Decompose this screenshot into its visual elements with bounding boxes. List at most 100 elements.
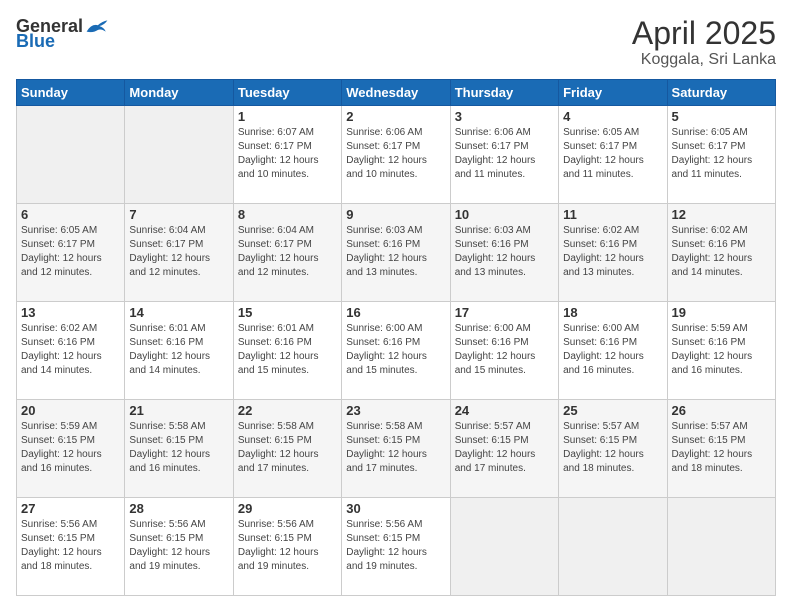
daylight-text: Daylight: 12 hours <box>672 253 753 264</box>
day-info: Sunrise: 6:07 AMSunset: 6:17 PMDaylight:… <box>238 126 337 182</box>
daylight-text-2: and 18 minutes. <box>21 561 92 572</box>
day-number: 21 <box>129 403 228 418</box>
day-number: 14 <box>129 305 228 320</box>
header: General Blue April 2025 Koggala, Sri Lan… <box>16 16 776 69</box>
sunset-text: Sunset: 6:17 PM <box>346 141 420 152</box>
daylight-text: Daylight: 12 hours <box>346 547 427 558</box>
day-info: Sunrise: 5:57 AMSunset: 6:15 PMDaylight:… <box>455 420 554 476</box>
daylight-text-2: and 17 minutes. <box>455 463 526 474</box>
sunset-text: Sunset: 6:16 PM <box>563 239 637 250</box>
sunrise-text: Sunrise: 6:03 AM <box>455 225 531 236</box>
sunrise-text: Sunrise: 5:58 AM <box>346 421 422 432</box>
table-row <box>17 106 125 204</box>
day-info: Sunrise: 5:58 AMSunset: 6:15 PMDaylight:… <box>346 420 445 476</box>
table-row: 25Sunrise: 5:57 AMSunset: 6:15 PMDayligh… <box>559 400 667 498</box>
day-number: 3 <box>455 109 554 124</box>
col-tuesday: Tuesday <box>233 80 341 106</box>
day-info: Sunrise: 6:00 AM Sunset: 6:16 PM Daylight:… <box>563 322 662 378</box>
day-number: 30 <box>346 501 445 516</box>
calendar-week-row: 6Sunrise: 6:05 AMSunset: 6:17 PMDaylight… <box>17 204 776 302</box>
calendar-week-row: 20Sunrise: 5:59 AMSunset: 6:15 PMDayligh… <box>17 400 776 498</box>
day-info: Sunrise: 6:06 AMSunset: 6:17 PMDaylight:… <box>455 126 554 182</box>
logo-bird-icon <box>85 16 109 36</box>
table-row: 14Sunrise: 6:01 AMSunset: 6:16 PMDayligh… <box>125 302 233 400</box>
daylight-text-2: and 16 minutes. <box>672 365 743 376</box>
sunrise-text: Sunrise: 6:00 AM <box>563 323 639 334</box>
day-info: Sunrise: 6:05 AMSunset: 6:17 PMDaylight:… <box>672 126 771 182</box>
daylight-text-2: and 15 minutes. <box>238 365 309 376</box>
daylight-text: Daylight: 12 hours <box>238 253 319 264</box>
page: General Blue April 2025 Koggala, Sri Lan… <box>0 0 792 612</box>
daylight-text: Daylight: 12 hours <box>346 253 427 264</box>
col-monday: Monday <box>125 80 233 106</box>
table-row: 3Sunrise: 6:06 AMSunset: 6:17 PMDaylight… <box>450 106 558 204</box>
sunrise-text: Sunrise: 6:00 AM <box>455 323 531 334</box>
day-info: Sunrise: 5:57 AMSunset: 6:15 PMDaylight:… <box>672 420 771 476</box>
daylight-text-2: and 15 minutes. <box>455 365 526 376</box>
daylight-text-2: and 18 minutes. <box>672 463 743 474</box>
subtitle: Koggala, Sri Lanka <box>632 51 776 69</box>
sunrise-text: Sunrise: 5:58 AM <box>129 421 205 432</box>
calendar-week-row: 27 Sunrise: 5:56 AM Sunset: 6:15 PM Dayligh… <box>17 498 776 596</box>
day-number: 13 <box>21 305 120 320</box>
table-row: 10Sunrise: 6:03 AMSunset: 6:16 PMDayligh… <box>450 204 558 302</box>
table-row: 6Sunrise: 6:05 AMSunset: 6:17 PMDaylight… <box>17 204 125 302</box>
day-info: Sunrise: 5:59 AMSunset: 6:15 PMDaylight:… <box>21 420 120 476</box>
sunset-text: Sunset: 6:15 PM <box>455 435 529 446</box>
logo: General Blue <box>16 16 109 50</box>
day-number: 27 <box>21 501 120 516</box>
calendar-table: Sunday Monday Tuesday Wednesday Thursday… <box>16 79 776 596</box>
sunrise-text: Sunrise: 5:56 AM <box>129 519 205 530</box>
daylight-text: Daylight: 12 hours <box>346 155 427 166</box>
day-info: Sunrise: 6:02 AMSunset: 6:16 PMDaylight:… <box>21 322 120 378</box>
day-number: 12 <box>672 207 771 222</box>
daylight-text: Daylight: 12 hours <box>129 351 210 362</box>
sunrise-text: Sunrise: 5:56 AM <box>346 519 422 530</box>
daylight-text: Daylight: 12 hours <box>672 155 753 166</box>
logo-blue: Blue <box>16 32 55 50</box>
sunrise-text: Sunrise: 6:01 AM <box>238 323 314 334</box>
day-info: Sunrise: 6:00 AMSunset: 6:16 PMDaylight:… <box>455 322 554 378</box>
sunset-text: Sunset: 6:17 PM <box>238 141 312 152</box>
sunrise-text: Sunrise: 6:06 AM <box>455 127 531 138</box>
day-number: 1 <box>238 109 337 124</box>
sunset-text: Sunset: 6:16 PM <box>672 337 746 348</box>
sunrise-text: Sunrise: 5:57 AM <box>672 421 748 432</box>
sunrise-text: Sunrise: 6:00 AM <box>346 323 422 334</box>
day-info: Sunrise: 5:57 AMSunset: 6:15 PMDaylight:… <box>563 420 662 476</box>
daylight-text: Daylight: 12 hours <box>563 351 644 362</box>
sunset-text: Sunset: 6:16 PM <box>21 337 95 348</box>
sunset-text: Sunset: 6:15 PM <box>238 533 312 544</box>
day-number: 19 <box>672 305 771 320</box>
sunset-text: Sunset: 6:17 PM <box>129 239 203 250</box>
daylight-text-2: and 12 minutes. <box>129 267 200 278</box>
daylight-text-2: and 11 minutes. <box>563 169 633 180</box>
sunset-text: Sunset: 6:15 PM <box>346 533 420 544</box>
day-info: Sunrise: 6:01 AMSunset: 6:16 PMDaylight:… <box>238 322 337 378</box>
sunrise-text: Sunrise: 6:02 AM <box>672 225 748 236</box>
table-row: 9Sunrise: 6:03 AMSunset: 6:16 PMDaylight… <box>342 204 450 302</box>
table-row: 8Sunrise: 6:04 AMSunset: 6:17 PMDaylight… <box>233 204 341 302</box>
sunset-text: Sunset: 6:16 PM <box>563 337 637 348</box>
day-number: 28 <box>129 501 228 516</box>
sunrise-text: Sunrise: 6:02 AM <box>21 323 97 334</box>
day-info: Sunrise: 5:56 AM Sunset: 6:15 PM Daylight:… <box>346 518 445 574</box>
sunset-text: Sunset: 6:17 PM <box>21 239 95 250</box>
sunset-text: Sunset: 6:16 PM <box>238 337 312 348</box>
sunrise-text: Sunrise: 5:58 AM <box>238 421 314 432</box>
day-info: Sunrise: 6:06 AMSunset: 6:17 PMDaylight:… <box>346 126 445 182</box>
day-info: Sunrise: 5:56 AMSunset: 6:15 PMDaylight:… <box>129 518 228 574</box>
sunset-text: Sunset: 6:15 PM <box>238 435 312 446</box>
daylight-text-2: and 17 minutes. <box>238 463 309 474</box>
daylight-text-2: and 14 minutes. <box>129 365 200 376</box>
sunset-text: Sunset: 6:16 PM <box>346 239 420 250</box>
day-number: 9 <box>346 207 445 222</box>
day-info: Sunrise: 6:05 AMSunset: 6:17 PMDaylight:… <box>563 126 662 182</box>
daylight-text-2: and 17 minutes. <box>346 463 417 474</box>
daylight-text: Daylight: 12 hours <box>563 155 644 166</box>
sunset-text: Sunset: 6:17 PM <box>455 141 529 152</box>
daylight-text-2: and 13 minutes. <box>455 267 526 278</box>
daylight-text-2: and 12 minutes. <box>21 267 92 278</box>
daylight-text: Daylight: 12 hours <box>238 547 319 558</box>
daylight-text-2: and 19 minutes. <box>346 561 417 572</box>
